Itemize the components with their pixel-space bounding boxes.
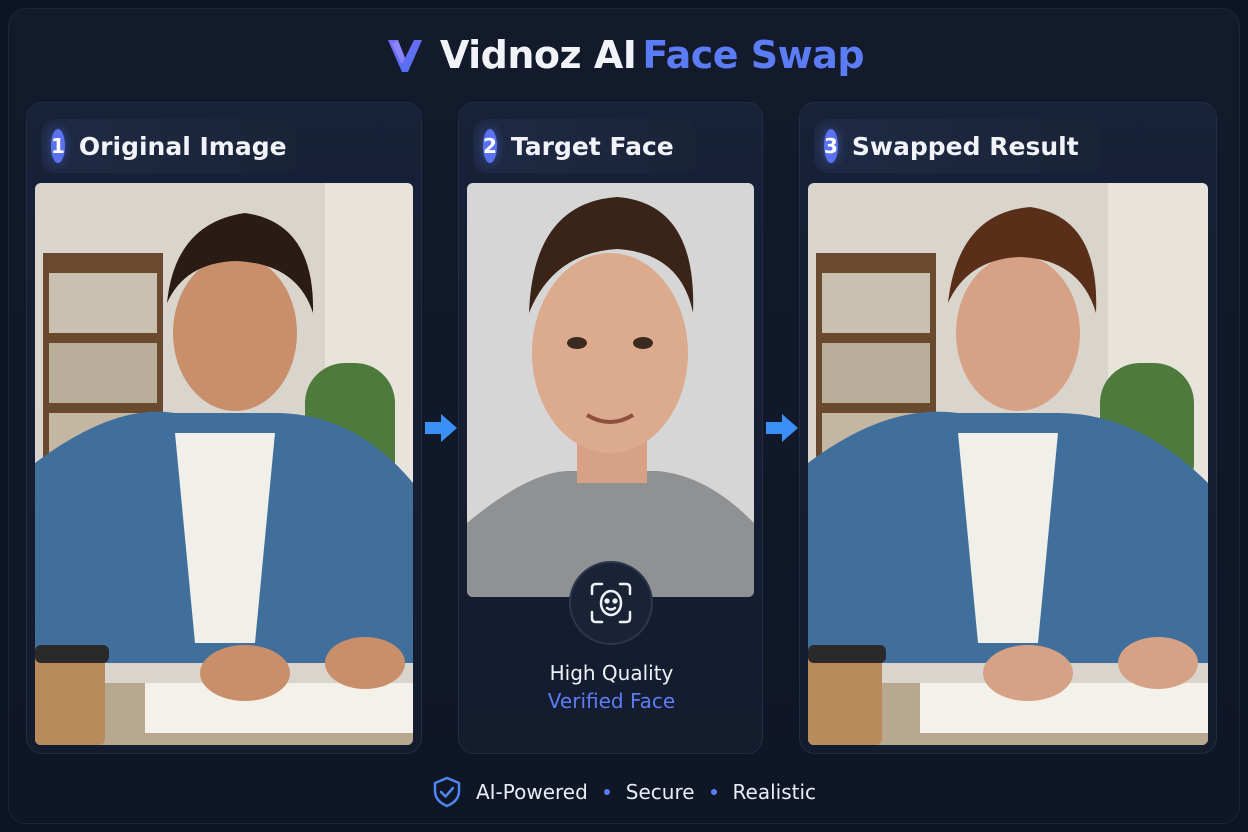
step-label: Swapped Result — [851, 131, 1079, 161]
feature-secure: Secure — [625, 780, 695, 804]
arrow-right-icon — [766, 414, 798, 442]
feature-ai-powered: AI-Powered — [475, 780, 588, 804]
original-image-panel: 1 Original Image — [26, 102, 422, 754]
target-face-panel: 2 Target Face High Quality Verified Face — [458, 102, 763, 754]
separator-dot — [710, 789, 717, 795]
arrow-right-icon — [425, 414, 457, 442]
brand-primary: Vidnoz AI — [439, 33, 637, 77]
step-header-target: 2 Target Face — [473, 119, 697, 173]
swapped-result-panel: 3 Swapped Result — [799, 102, 1217, 754]
feature-realistic: Realistic — [732, 780, 817, 804]
step-label: Original Image — [78, 131, 287, 161]
step-number-badge: 3 — [824, 129, 838, 163]
app-title: Vidnoz AI Face Swap — [439, 33, 865, 77]
shield-check-icon — [433, 776, 461, 808]
step-number-badge: 1 — [51, 129, 65, 163]
feature-footer: AI-Powered Secure Realistic — [0, 774, 1248, 810]
face-scan-icon — [590, 582, 632, 624]
original-image[interactable] — [35, 183, 413, 745]
target-face-image[interactable] — [467, 183, 754, 597]
verified-label: Verified Face — [547, 689, 676, 713]
quality-label: High Quality — [549, 661, 674, 685]
header: Vidnoz AI Face Swap — [0, 30, 1248, 80]
brand-secondary: Face Swap — [642, 33, 865, 77]
step-header-original: 1 Original Image — [41, 119, 297, 173]
verified-face-badge — [569, 561, 653, 645]
step-number-badge: 2 — [483, 129, 497, 163]
swapped-result-image[interactable] — [808, 183, 1208, 745]
separator-dot — [603, 789, 610, 795]
step-header-result: 3 Swapped Result — [814, 119, 1100, 173]
vidnoz-logo-icon — [387, 40, 422, 72]
step-label: Target Face — [510, 131, 674, 161]
